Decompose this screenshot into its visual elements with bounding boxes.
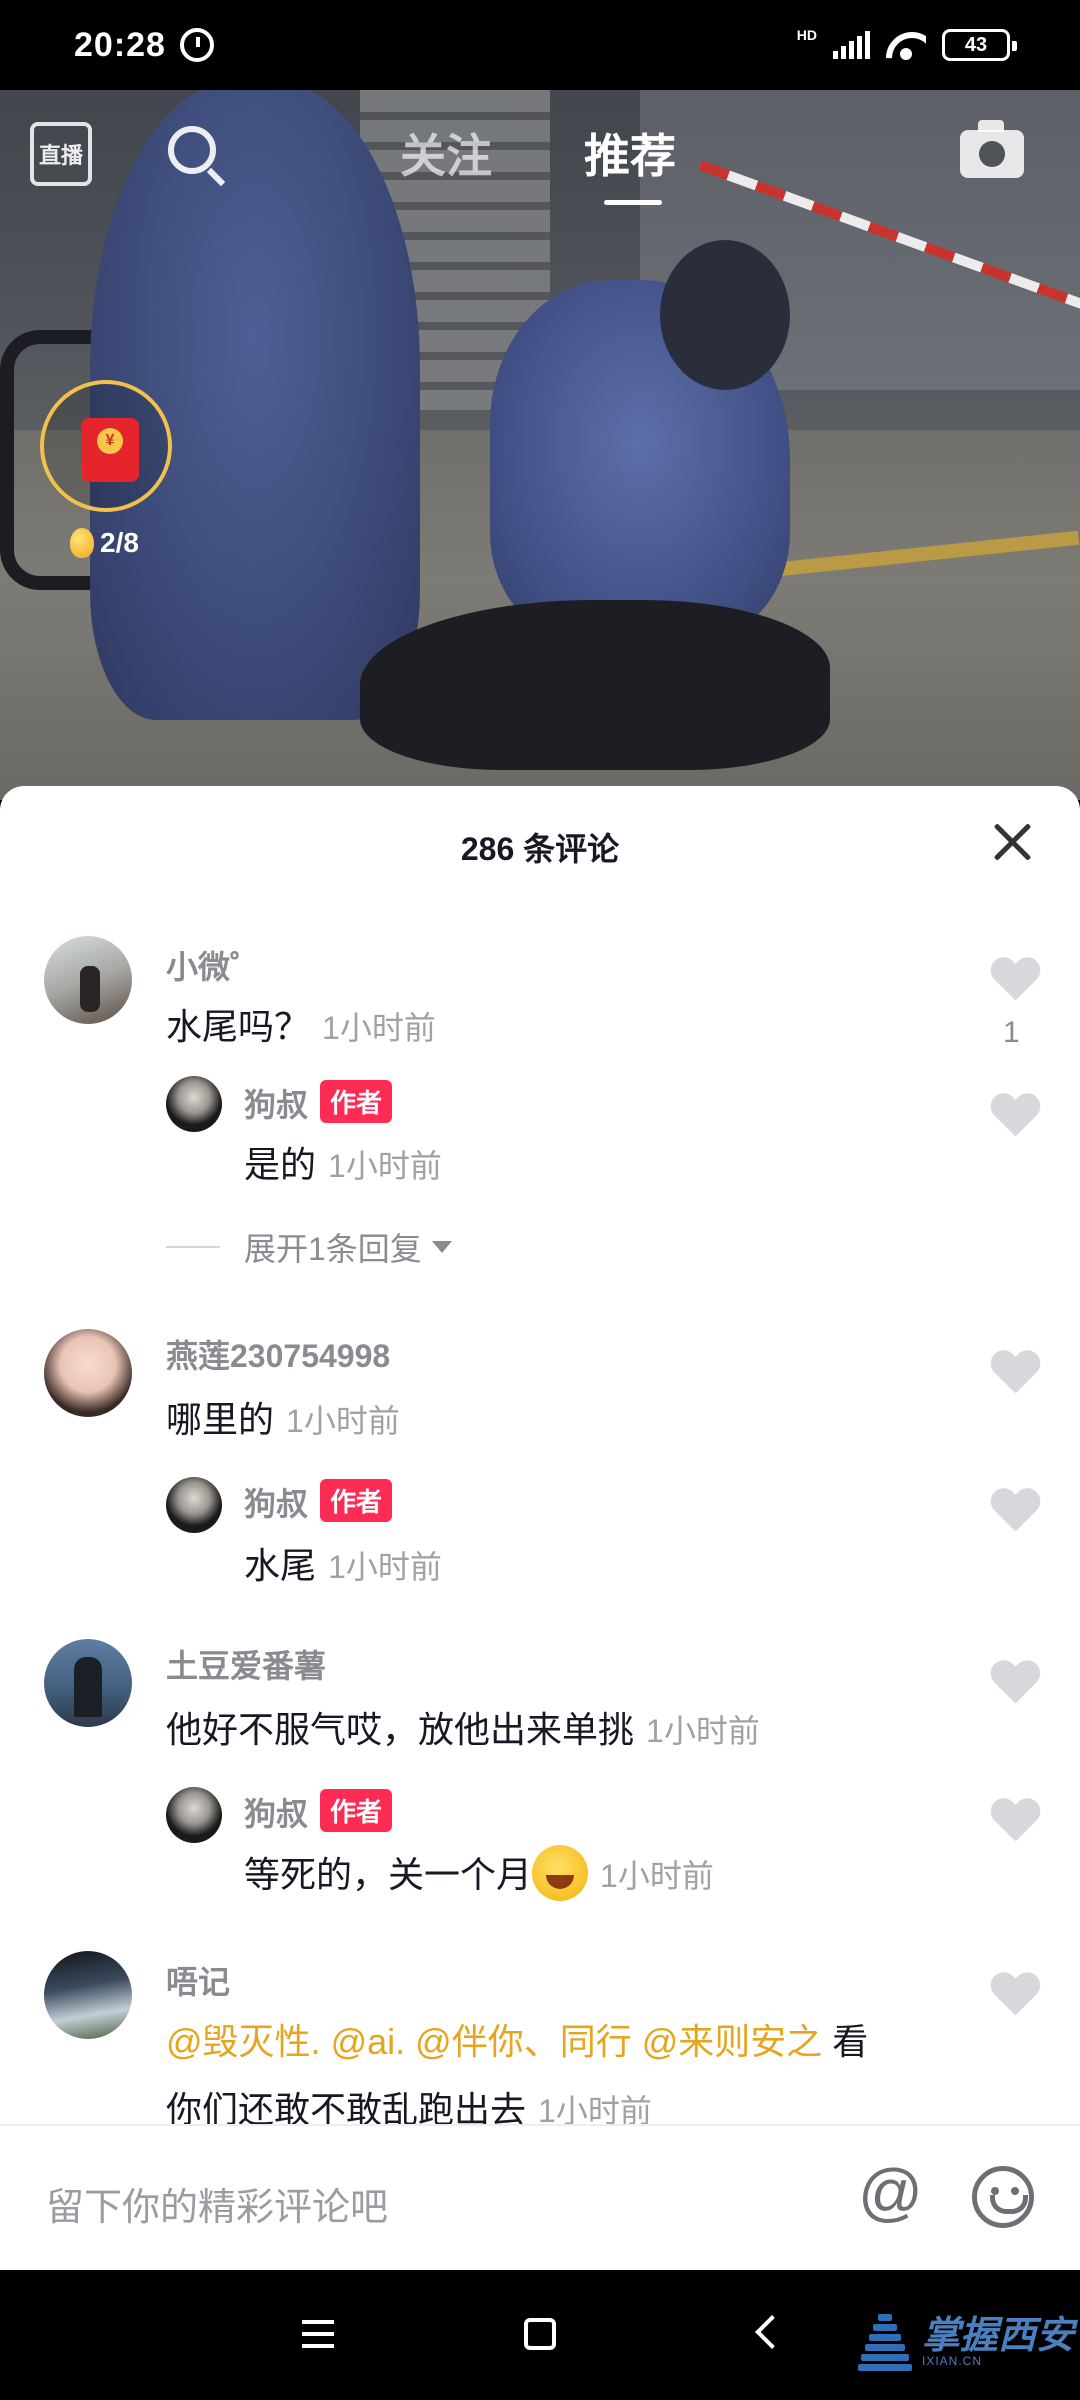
reply-text-body: 是的: [244, 1144, 317, 1185]
reply-text: 是的 1小时前: [244, 1136, 442, 1188]
red-packet-widget[interactable]: ¥: [40, 380, 172, 512]
like-heart-icon[interactable]: [990, 1094, 1040, 1140]
red-packet-progress-text: 2/8: [100, 527, 139, 558]
comment-username[interactable]: 小微゜: [166, 942, 262, 988]
avatar[interactable]: [166, 1076, 222, 1132]
reply-text: 水尾 1小时前: [244, 1537, 442, 1589]
reply-username[interactable]: 狗叔 作者: [244, 1080, 393, 1126]
comment-time: 1小时前: [286, 1403, 400, 1439]
signal-icon: [833, 31, 870, 59]
comment-text: 水尾吗？ 1小时前: [166, 998, 436, 1050]
back-icon[interactable]: [755, 2315, 789, 2349]
reply-text-body: 等死的，关一个月: [244, 1854, 533, 1895]
red-envelope-coin: ¥: [97, 428, 123, 454]
laughing-crying-emoji-icon: [532, 1845, 589, 1901]
at-mention-icon[interactable]: @: [858, 2160, 923, 2224]
menu-icon[interactable]: [302, 2320, 334, 2348]
red-packet-progress: 2/8: [70, 527, 139, 559]
like-count: 1: [1003, 1016, 1020, 1049]
like-heart-icon[interactable]: [990, 1489, 1040, 1535]
author-badge: 作者: [320, 1080, 393, 1123]
expand-replies-label: 展开1条回复: [244, 1231, 422, 1267]
comment-username[interactable]: 燕莲230754998: [166, 1331, 390, 1377]
mention-link[interactable]: @毁灭性.: [166, 2021, 321, 2062]
comment-username[interactable]: 土豆爱番薯: [166, 1641, 326, 1687]
wifi-icon: [886, 30, 926, 60]
close-icon[interactable]: [990, 820, 1034, 864]
status-icons: HD 43: [796, 27, 1017, 61]
comment-input[interactable]: 留下你的精彩评论吧: [46, 2176, 388, 2231]
comment-input-bar: 留下你的精彩评论吧 @: [0, 2124, 1080, 2270]
comment-text: 他好不服气哎，放他出来单挑 1小时前: [166, 1701, 760, 1753]
golden-egg-icon: [70, 528, 94, 558]
live-button[interactable]: 直播: [30, 122, 92, 186]
comment-text: @毁灭性. @ai. @伴你、同行 @来则安之 看: [166, 2013, 868, 2065]
comment-text: 哪里的 1小时前: [166, 1391, 400, 1443]
chevron-down-icon: [431, 1241, 452, 1253]
reply-text: 等死的，关一个月 1小时前: [244, 1845, 714, 1901]
comments-panel: 286 条评论 小微゜ 水尾吗？ 1小时前 1 狗叔 作者 是的 1小时前 展开1条回…: [0, 786, 1080, 2270]
home-icon[interactable]: [524, 2318, 556, 2350]
avatar[interactable]: [166, 1477, 222, 1533]
comments-count-title: 286 条评论: [460, 831, 620, 867]
reply-username-text: 狗叔: [244, 1486, 309, 1522]
avatar[interactable]: [166, 1787, 222, 1843]
watermark-logo: 掌握西安 IXIAN.CN: [858, 2310, 1074, 2374]
reply-time: 1小时前: [600, 1858, 714, 1894]
red-envelope-icon: ¥: [81, 418, 139, 482]
comment-text-tail: 看: [832, 2021, 869, 2062]
comment-text-body: 哪里的: [166, 1399, 275, 1440]
reply-username[interactable]: 狗叔 作者: [244, 1479, 393, 1525]
reply-username-text: 狗叔: [244, 1087, 309, 1123]
active-tab-indicator: [604, 200, 662, 205]
mention-link[interactable]: @来则安之: [642, 2021, 823, 2062]
video-dark-figure: [360, 600, 830, 770]
expand-divider: [166, 1246, 220, 1248]
like-heart-icon[interactable]: [990, 1973, 1040, 2019]
expand-replies-button[interactable]: 展开1条回复: [166, 1224, 452, 1270]
comment-time: 1小时前: [322, 1010, 436, 1046]
reply-time: 1小时前: [328, 1549, 442, 1585]
reply-username[interactable]: 狗叔 作者: [244, 1789, 393, 1835]
avatar[interactable]: [44, 1329, 132, 1417]
mention-link[interactable]: @伴你、同行: [415, 2021, 632, 2062]
battery-level: 43: [964, 33, 988, 56]
like-heart-icon[interactable]: [990, 958, 1040, 1004]
pagoda-icon: [858, 2310, 912, 2374]
video-person-head: [660, 240, 790, 390]
comments-header: 286 条评论: [0, 786, 1080, 896]
comment-time: 1小时前: [646, 1713, 760, 1749]
avatar[interactable]: [44, 1639, 132, 1727]
author-badge: 作者: [320, 1789, 393, 1832]
tab-recommend[interactable]: 推荐: [584, 120, 676, 186]
alarm-icon: [179, 28, 214, 62]
reply-text-body: 水尾: [244, 1545, 317, 1586]
mention-link[interactable]: @ai.: [331, 2021, 406, 2062]
comment-text-body: 水尾吗？: [166, 1006, 311, 1047]
comment-username[interactable]: 唔记: [166, 1957, 230, 2003]
live-label: 直播: [38, 143, 83, 168]
battery-icon: 43: [942, 29, 1017, 61]
avatar[interactable]: [44, 1951, 132, 2039]
system-nav-bar: 掌握西安 IXIAN.CN: [0, 2270, 1080, 2400]
status-time: 20:28: [74, 25, 166, 64]
comment-text-body: 他好不服气哎，放他出来单挑: [166, 1709, 635, 1750]
like-heart-icon[interactable]: [990, 1799, 1040, 1845]
top-nav: 直播 关注 推荐: [0, 90, 1080, 220]
status-bar: 20:28 HD 43: [0, 0, 1080, 90]
emoji-icon[interactable]: [972, 2166, 1034, 2228]
reply-username-text: 狗叔: [244, 1796, 309, 1832]
tab-follow[interactable]: 关注: [400, 120, 492, 186]
like-heart-icon[interactable]: [990, 1661, 1040, 1707]
watermark-text: 掌握西安: [922, 2312, 1075, 2357]
author-badge: 作者: [320, 1479, 393, 1522]
network-type-label: HD: [796, 27, 817, 43]
camera-icon[interactable]: [960, 120, 1024, 178]
avatar[interactable]: [44, 936, 132, 1024]
search-icon[interactable]: [168, 126, 216, 174]
reply-time: 1小时前: [328, 1148, 442, 1184]
like-heart-icon[interactable]: [990, 1351, 1040, 1397]
